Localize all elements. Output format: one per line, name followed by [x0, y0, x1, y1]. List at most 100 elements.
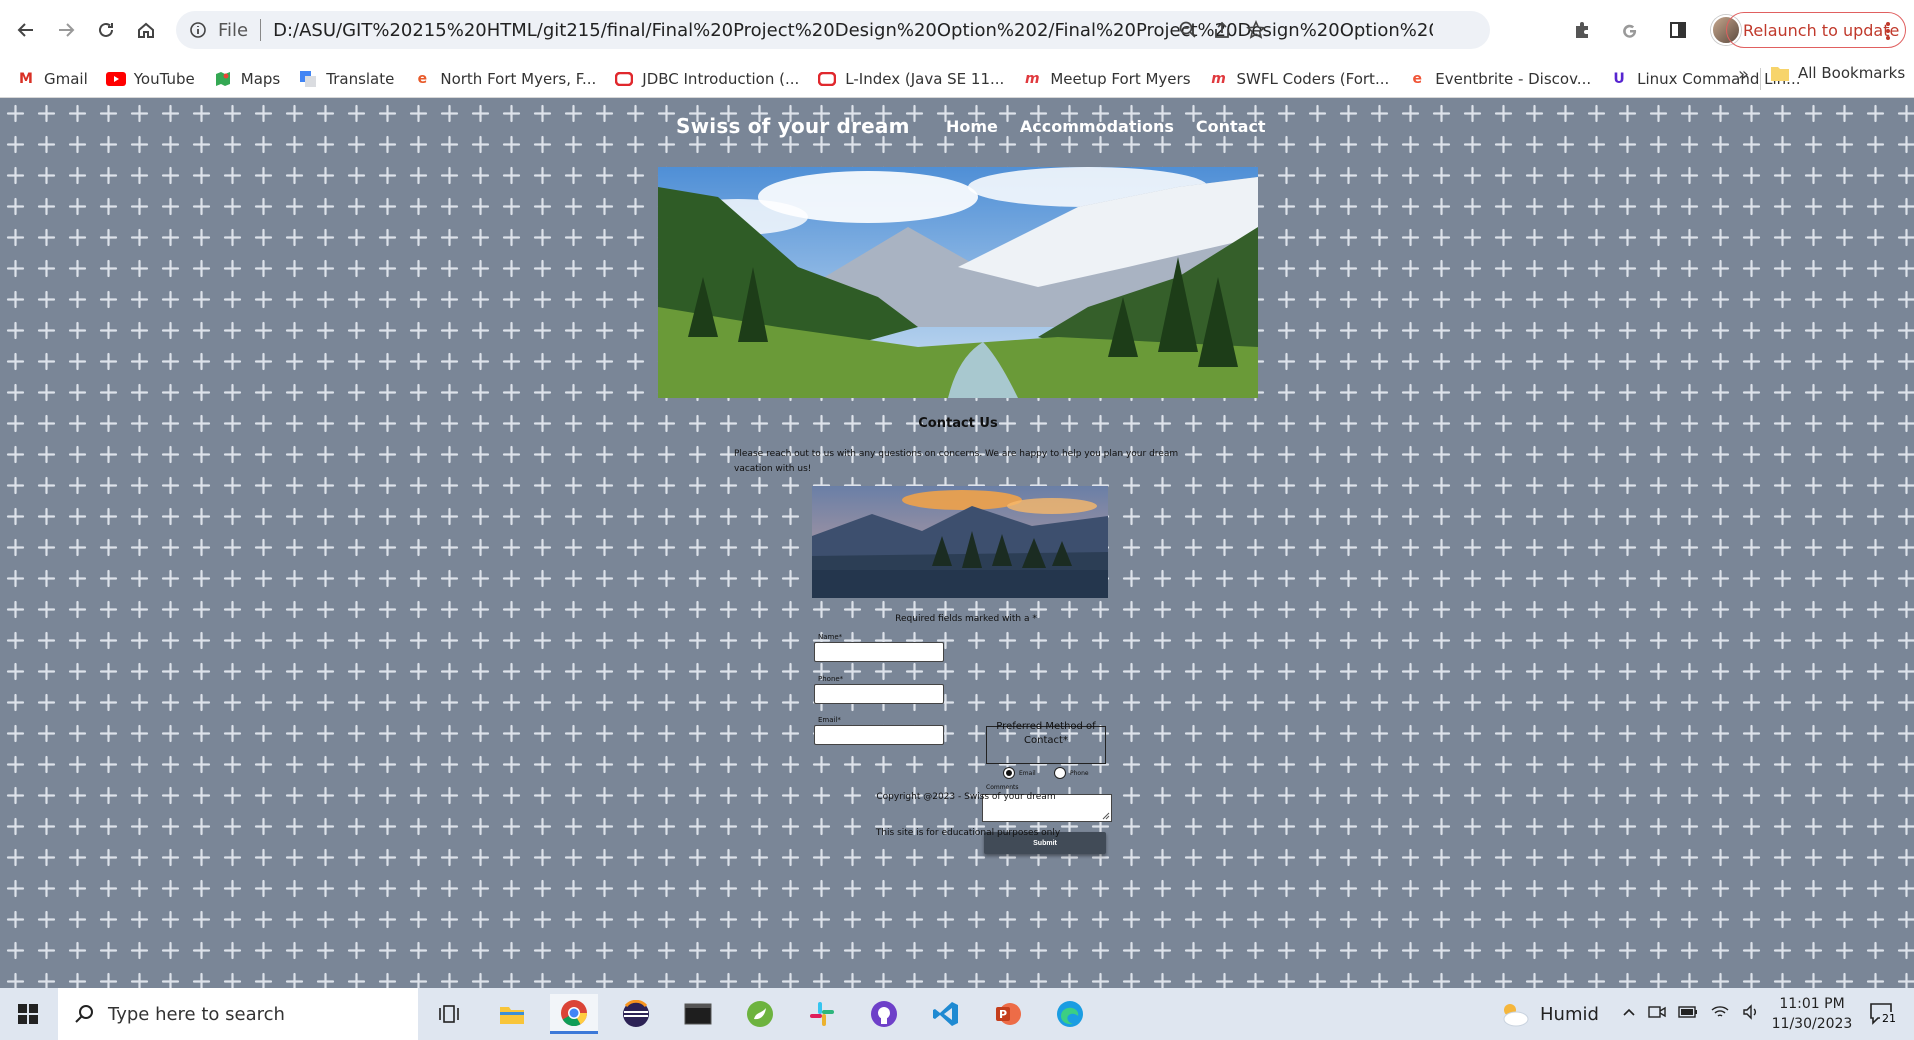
- volume-icon[interactable]: [1742, 1004, 1760, 1020]
- vscode-icon[interactable]: [922, 994, 970, 1034]
- edge-e-icon: e: [417, 70, 428, 87]
- site-header: Swiss of your dream Home Accommodations …: [658, 108, 1266, 148]
- address-bar[interactable]: File D:/ASU/GIT%20215%20HTML/git215/fina…: [176, 11, 1490, 49]
- arrow-right-icon: [59, 23, 75, 37]
- eventbrite-icon: e: [1412, 70, 1423, 87]
- gmail-icon: M: [19, 70, 33, 87]
- powerpoint-icon[interactable]: P: [984, 994, 1032, 1034]
- clock-time: 11:01 PM: [1779, 996, 1845, 1012]
- radio-email[interactable]: [1003, 767, 1015, 779]
- slack-icon[interactable]: [798, 994, 846, 1034]
- search-icon: [75, 1005, 93, 1023]
- search-placeholder: Type here to search: [108, 1003, 285, 1025]
- contact-intro-text: Please reach out to us with any question…: [734, 449, 1179, 474]
- all-bookmarks-button[interactable]: All Bookmarks: [1770, 64, 1905, 82]
- site-info-icon[interactable]: [186, 18, 210, 42]
- udemy-icon: U: [1613, 70, 1625, 87]
- windows-taskbar: Type here to search P Humid 11:01 PM 11/…: [0, 988, 1914, 1040]
- chevron-up-icon[interactable]: [1622, 1005, 1636, 1019]
- bookmark-item[interactable]: L-Index (Java SE 11...: [811, 64, 1010, 94]
- reload-button[interactable]: [86, 10, 126, 50]
- translate-icon: [298, 69, 318, 89]
- weather-widget[interactable]: Humid: [1498, 1000, 1599, 1028]
- weather-label: Humid: [1540, 1003, 1599, 1025]
- eclipse-icon[interactable]: [612, 994, 660, 1034]
- edge-icon[interactable]: [1046, 994, 1094, 1034]
- google-g-icon[interactable]: [1610, 10, 1650, 50]
- nav-link-home[interactable]: Home: [946, 117, 998, 136]
- home-icon: [138, 22, 154, 38]
- bookmarks-overflow-button[interactable]: »: [1738, 64, 1749, 85]
- radio-phone-label: Phone: [1070, 770, 1089, 777]
- battery-icon[interactable]: [1678, 1005, 1698, 1019]
- side-panel-icon[interactable]: [1658, 10, 1698, 50]
- relaunch-label: Relaunch to update: [1743, 20, 1900, 40]
- home-button[interactable]: [126, 10, 166, 50]
- system-tray: [1622, 1004, 1760, 1020]
- folder-icon: [1771, 67, 1789, 81]
- resize-handle-icon[interactable]: [1102, 812, 1110, 820]
- bookmark-item[interactable]: Maps: [207, 64, 286, 94]
- terminal-icon[interactable]: [674, 994, 722, 1034]
- email-label: Email*: [818, 716, 841, 724]
- site-nav: Home Accommodations Contact: [946, 117, 1266, 136]
- meet-now-icon[interactable]: [1648, 1004, 1666, 1020]
- nav-link-accommodations[interactable]: Accommodations: [1020, 117, 1174, 136]
- url-separator: [260, 19, 262, 41]
- required-fields-note: Required fields marked with a *: [895, 614, 1037, 624]
- meetup-icon: m: [1025, 70, 1040, 87]
- spring-icon[interactable]: [736, 994, 784, 1034]
- start-button[interactable]: [0, 988, 56, 1040]
- youtube-icon: [105, 69, 126, 89]
- email-field[interactable]: [814, 725, 944, 745]
- bookmark-item[interactable]: M Gmail: [10, 64, 94, 94]
- extensions-puzzle-icon[interactable]: [1562, 10, 1602, 50]
- bookmark-item[interactable]: e North Fort Myers, F...: [406, 64, 602, 94]
- bookmark-item[interactable]: m Meetup Fort Myers: [1016, 64, 1196, 94]
- site-title: Swiss of your dream: [676, 114, 910, 138]
- radio-phone[interactable]: [1054, 767, 1066, 779]
- bookmarks-divider: [1760, 68, 1761, 90]
- clock-date: 11/30/2023: [1771, 1016, 1853, 1032]
- svg-text:P: P: [999, 1008, 1007, 1021]
- comments-label: Comments: [986, 784, 1019, 791]
- bookmarks-bar: M Gmail YouTube Maps Translate e North For…: [0, 60, 1914, 98]
- browser-toolbar: File D:/ASU/GIT%20215%20HTML/git215/fina…: [0, 0, 1914, 60]
- phone-field[interactable]: [814, 684, 944, 704]
- educational-note: This site is for educational purposes on…: [875, 828, 1061, 838]
- url-scheme-label: File: [218, 19, 249, 41]
- nav-link-contact[interactable]: Contact: [1196, 117, 1266, 136]
- page-content: Swiss of your dream Home Accommodations …: [0, 98, 1914, 988]
- windows-logo-icon: [18, 1004, 38, 1024]
- more-vert-icon: [1886, 22, 1890, 40]
- name-label: Name*: [818, 633, 843, 641]
- notification-center-button[interactable]: 21: [1868, 1000, 1898, 1030]
- name-field[interactable]: [814, 642, 944, 662]
- bookmark-star-icon[interactable]: [1244, 18, 1268, 42]
- bookmark-item[interactable]: YouTube: [100, 64, 201, 94]
- bookmark-item[interactable]: m SWFL Coders (Fort...: [1203, 64, 1396, 94]
- forward-button[interactable]: [46, 10, 86, 50]
- bookmark-item[interactable]: JDBC Introduction (...: [608, 64, 805, 94]
- task-view-icon[interactable]: [425, 994, 473, 1034]
- phone-label: Phone*: [818, 675, 844, 683]
- share-icon[interactable]: [1210, 18, 1234, 42]
- zoom-icon[interactable]: [1176, 18, 1200, 42]
- taskbar-clock[interactable]: 11:01 PM 11/30/2023: [1764, 994, 1860, 1034]
- radio-email-label: Email: [1019, 770, 1036, 777]
- file-explorer-icon[interactable]: [488, 994, 536, 1034]
- arrow-left-icon: [17, 23, 33, 37]
- bookmark-item[interactable]: e Eventbrite - Discov...: [1401, 64, 1597, 94]
- chrome-icon[interactable]: [550, 994, 598, 1034]
- wifi-icon[interactable]: [1710, 1004, 1730, 1020]
- taskbar-search-box[interactable]: Type here to search: [58, 988, 418, 1040]
- contact-method-legend: Preferred Method of Contact*: [996, 721, 1096, 746]
- github-icon[interactable]: [860, 994, 908, 1034]
- back-button[interactable]: [6, 10, 46, 50]
- lake-mountain-image: [812, 486, 1108, 598]
- bookmark-item[interactable]: Translate: [292, 64, 400, 94]
- meetup-icon: m: [1211, 70, 1226, 87]
- maps-icon: [213, 69, 233, 89]
- oracle-icon: [614, 69, 634, 89]
- relaunch-button[interactable]: Relaunch to update: [1726, 12, 1906, 48]
